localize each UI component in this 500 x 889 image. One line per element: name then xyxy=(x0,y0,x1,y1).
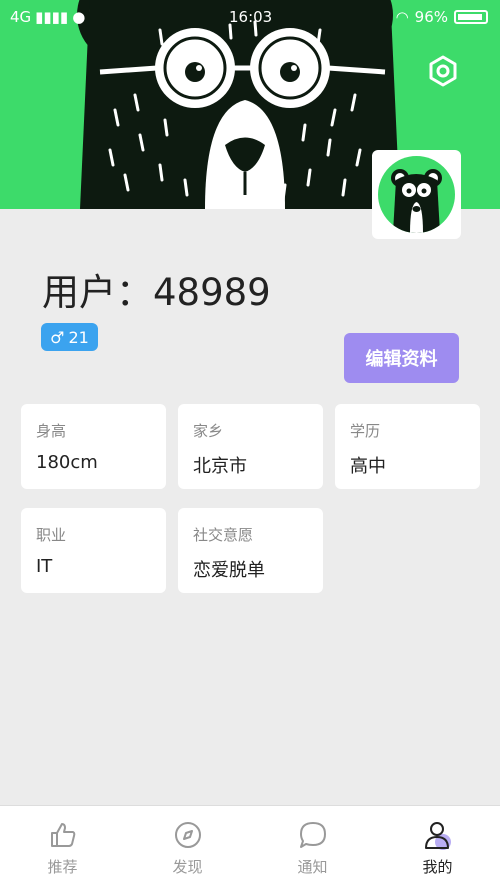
male-icon: ♂ xyxy=(50,327,65,347)
battery-percent: 96% xyxy=(414,8,448,26)
info-card-label: 学历 xyxy=(350,422,381,440)
info-card-value: 180cm xyxy=(36,452,98,473)
signal-icon: ▮▮▮▮ xyxy=(35,8,69,26)
clock: 16:03 xyxy=(229,8,273,26)
avatar[interactable] xyxy=(372,150,461,239)
info-card-value: IT xyxy=(36,556,53,577)
tab-label: 我的 xyxy=(422,858,453,876)
bottom-tab-bar: 推荐 发现 通知 我的 xyxy=(0,805,500,889)
info-card-value: 恋爱脱单 xyxy=(193,560,265,581)
settings-icon xyxy=(429,55,457,87)
info-card-label: 家乡 xyxy=(193,422,224,440)
tab-label: 发现 xyxy=(172,858,203,876)
avatar-bear-image xyxy=(391,169,442,233)
chat-bubble-icon xyxy=(299,822,326,848)
tab-label: 通知 xyxy=(297,858,328,876)
gender-age-badge: ♂ 21 xyxy=(41,323,98,351)
info-card-value: 北京市 xyxy=(193,456,247,477)
tab-recommend[interactable]: 推荐 xyxy=(0,806,125,889)
info-card-occupation[interactable]: 职业 IT xyxy=(21,508,166,593)
compass-icon xyxy=(174,822,201,848)
tab-mine[interactable]: 我的 xyxy=(375,806,500,889)
info-card-label: 职业 xyxy=(36,526,67,544)
username: 用户：48989 xyxy=(42,271,271,314)
info-card-label: 身高 xyxy=(36,422,67,440)
info-card-label: 社交意愿 xyxy=(193,526,254,544)
edit-profile-button[interactable]: 编辑资料 xyxy=(344,333,459,383)
tab-discover[interactable]: 发现 xyxy=(125,806,250,889)
wifi-icon: ◠ xyxy=(395,8,409,26)
info-card-hometown[interactable]: 家乡 北京市 xyxy=(178,404,323,489)
thumbs-up-icon xyxy=(50,823,75,847)
battery-icon xyxy=(454,10,488,24)
info-card-education[interactable]: 学历 高中 xyxy=(335,404,480,489)
network-indicator: 4G xyxy=(10,8,32,26)
age-value: 21 xyxy=(68,327,89,347)
settings-button[interactable] xyxy=(426,54,460,88)
info-card-value: 高中 xyxy=(350,456,386,477)
tab-notifications[interactable]: 通知 xyxy=(250,806,375,889)
info-card-social-intent[interactable]: 社交意愿 恋爱脱单 xyxy=(178,508,323,593)
user-icon xyxy=(424,822,451,850)
status-bar: 4G ▮▮▮▮ ● 16:03 ◠ 96% xyxy=(0,0,500,34)
message-icon: ● xyxy=(72,8,86,26)
info-card-height[interactable]: 身高 180cm xyxy=(21,404,166,489)
tab-label: 推荐 xyxy=(47,858,78,876)
